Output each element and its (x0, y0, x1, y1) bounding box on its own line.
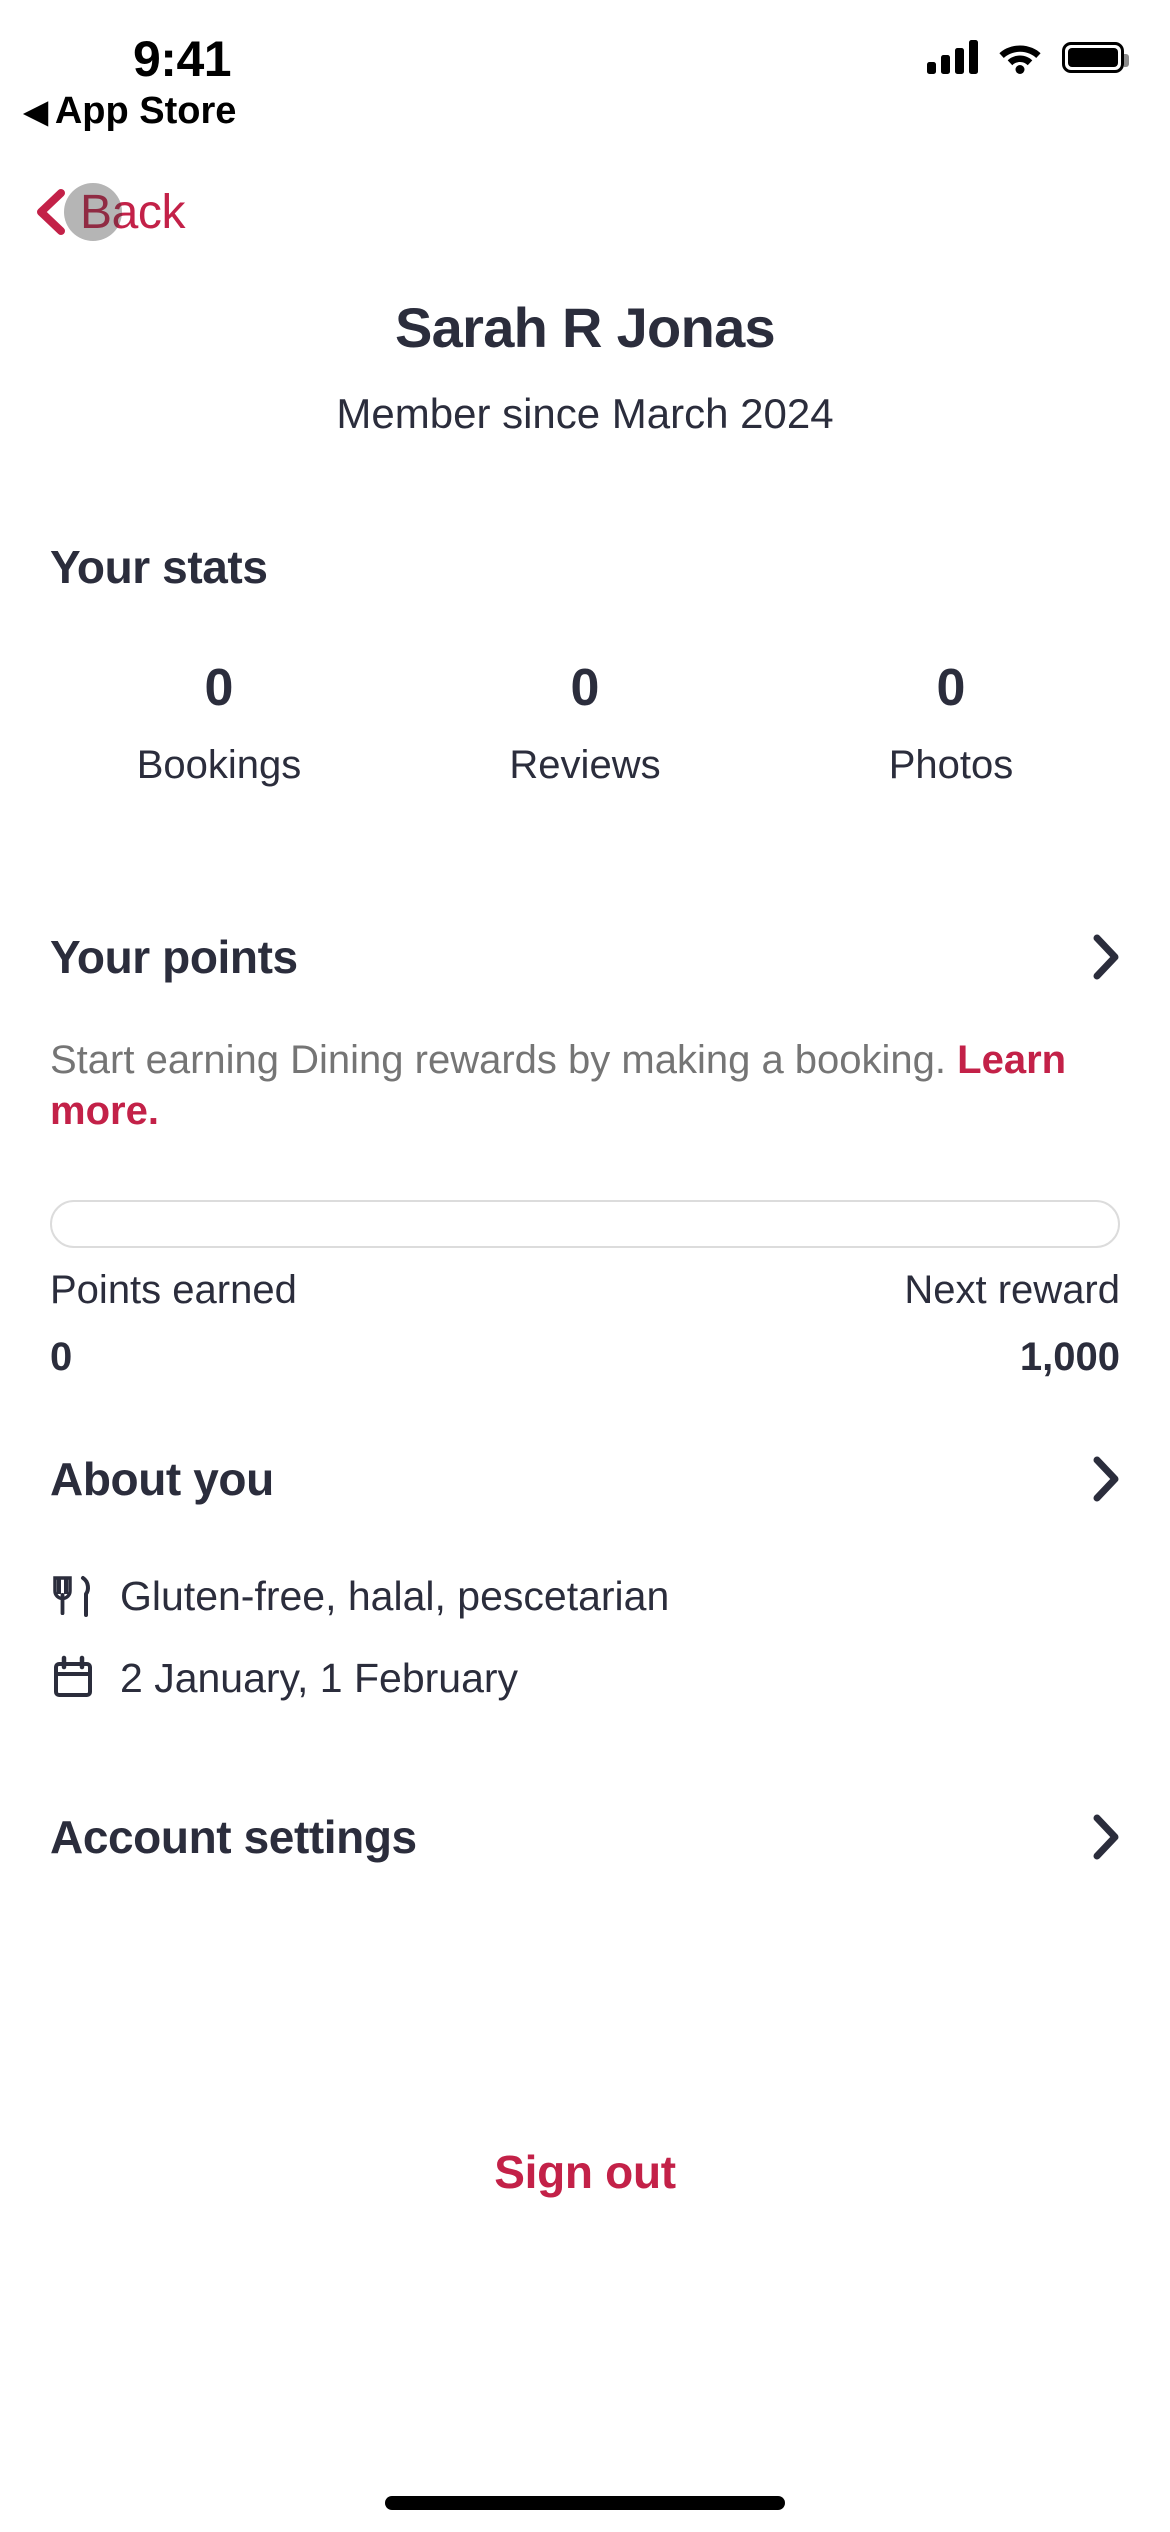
chevron-right-icon (1093, 1456, 1119, 1502)
next-reward-label: Next reward (904, 1268, 1120, 1312)
next-reward-group: Next reward 1,000 (904, 1268, 1120, 1380)
stat-value: 0 (570, 659, 600, 717)
points-earned-value: 0 (50, 1335, 73, 1379)
return-to-app-label: App Store (54, 90, 237, 132)
about-item-text: 2 January, 1 February (120, 1654, 519, 1701)
stat-bookings: 0 Bookings (36, 659, 402, 788)
about-item-dates: 2 January, 1 February (50, 1637, 1120, 1719)
cellular-signal-icon (927, 40, 978, 74)
stats-list: 0 Bookings 0 Reviews 0 Photos (36, 659, 1134, 788)
stat-label: Reviews (509, 743, 661, 788)
points-progress-bar (50, 1200, 1120, 1248)
points-summary-row: Points earned 0 Next reward 1,000 (50, 1268, 1120, 1380)
chevron-right-icon (1093, 1814, 1119, 1860)
your-points-row[interactable]: Your points (50, 930, 1120, 984)
points-earned-group: Points earned 0 (50, 1268, 297, 1380)
your-points-title: Your points (50, 931, 298, 983)
wifi-icon (999, 45, 1041, 74)
about-you-title: About you (50, 1453, 274, 1505)
battery-icon (1062, 41, 1129, 73)
return-to-app-store-button[interactable]: ◀ App Store (24, 90, 236, 133)
status-bar: 9:41 ◀ App Store (0, 0, 1170, 150)
stat-photos: 0 Photos (768, 659, 1134, 788)
points-description: Start earning Dining rewards by making a… (50, 1035, 1125, 1137)
stat-reviews: 0 Reviews (402, 659, 768, 788)
next-reward-value: 1,000 (1019, 1335, 1120, 1379)
stat-value: 0 (204, 659, 234, 717)
member-since-label: Member since March 2024 (336, 390, 834, 437)
calendar-icon (54, 1655, 92, 1697)
touch-indicator (64, 183, 122, 241)
about-item-dietary: Gluten-free, halal, pescetarian (50, 1555, 1120, 1637)
about-you-row[interactable]: About you (50, 1452, 1120, 1506)
points-earned-label: Points earned (50, 1268, 297, 1312)
stat-label: Photos (888, 743, 1014, 788)
chevron-left-icon (37, 189, 65, 235)
cutlery-icon (53, 1576, 90, 1617)
account-settings-row[interactable]: Account settings (50, 1810, 1120, 1864)
points-description-text: Start earning Dining rewards by making a… (50, 1038, 958, 1082)
stats-section-title: Your stats (50, 541, 268, 593)
status-bar-indicators (927, 40, 1129, 74)
stat-value: 0 (936, 659, 966, 717)
sign-out-button[interactable]: Sign out (0, 2145, 1170, 2199)
back-triangle-icon: ◀ (24, 94, 48, 129)
about-you-list: Gluten-free, halal, pescetarian 2 Januar… (50, 1555, 1120, 1719)
page-title: Sarah R Jonas (395, 296, 776, 359)
about-item-text: Gluten-free, halal, pescetarian (120, 1572, 670, 1619)
chevron-right-icon (1093, 934, 1119, 980)
status-bar-time: 9:41 (133, 31, 232, 87)
stat-label: Bookings (136, 743, 302, 788)
account-settings-title: Account settings (50, 1811, 417, 1863)
home-indicator (385, 2496, 785, 2510)
